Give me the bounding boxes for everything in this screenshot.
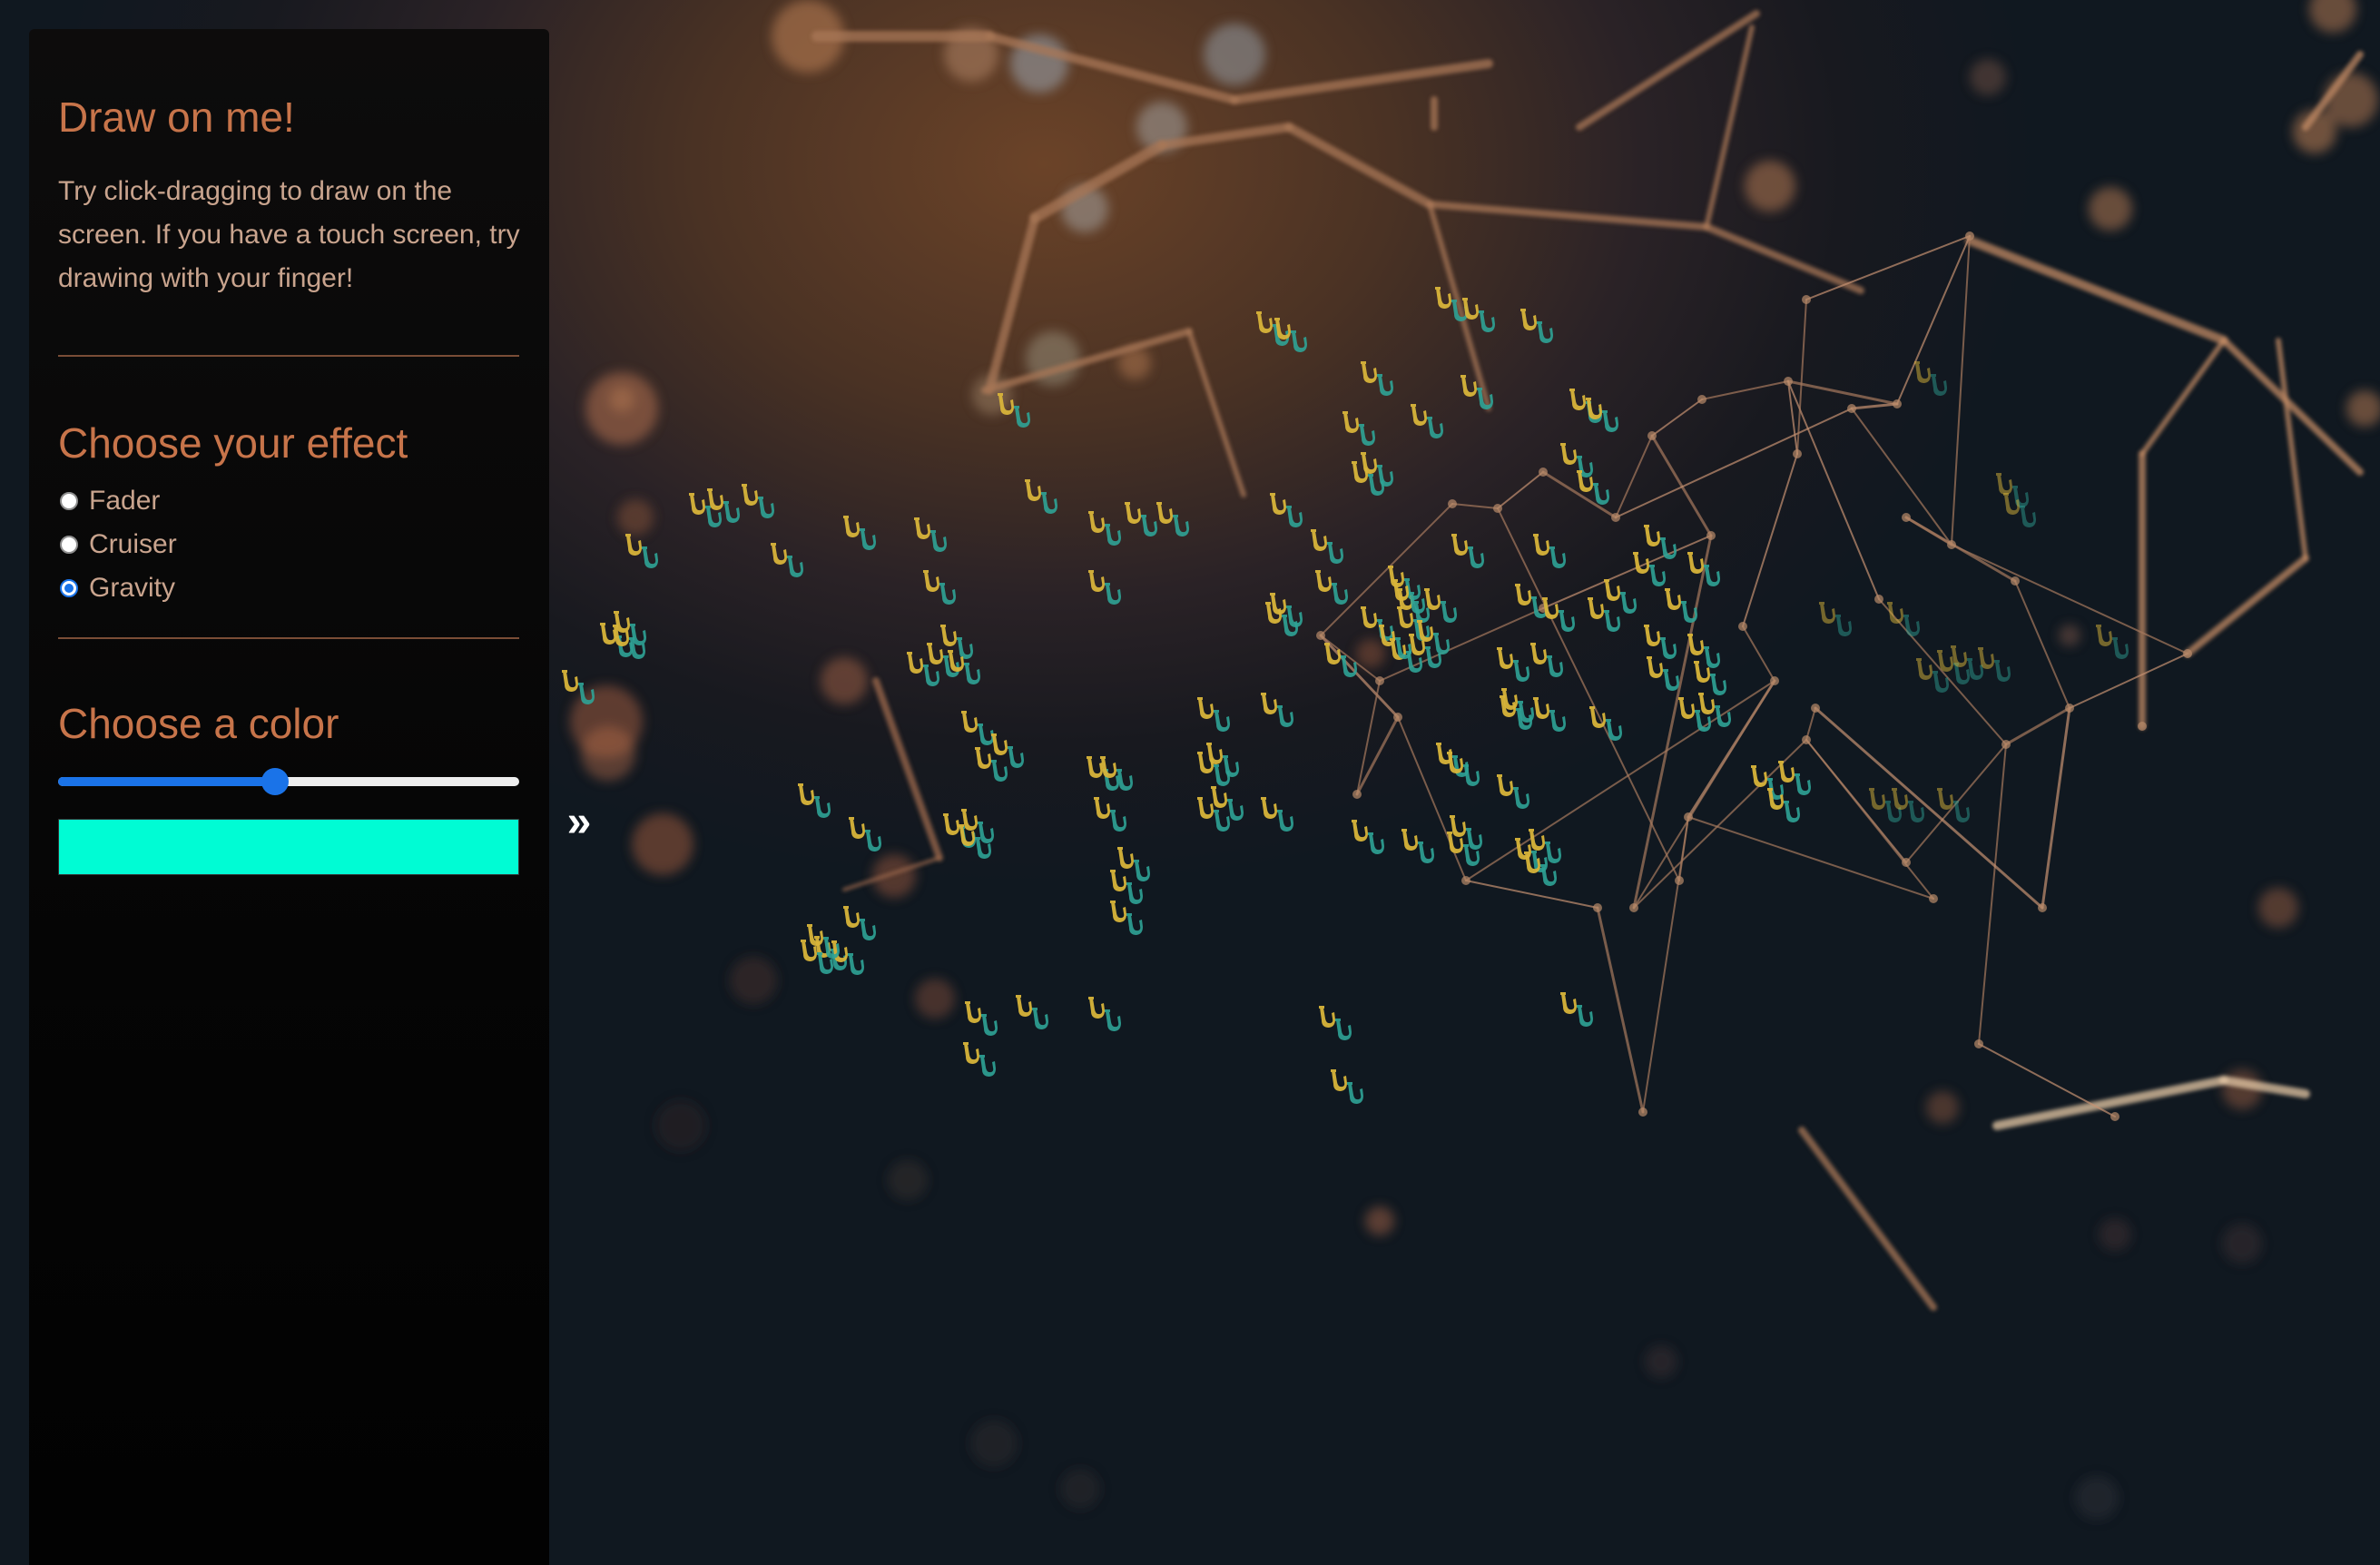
gravity-radio[interactable]	[60, 579, 78, 598]
cruiser-radio[interactable]	[60, 536, 78, 555]
fader-radio[interactable]	[60, 492, 78, 511]
divider	[58, 355, 519, 358]
cruiser-label[interactable]: Cruiser	[89, 529, 177, 560]
color-swatch	[58, 818, 519, 875]
panel-toggle-button[interactable]: »	[561, 801, 597, 844]
slider-fill	[58, 776, 275, 786]
effect-option-gravity[interactable]: Gravity	[58, 566, 520, 610]
panel-title: Draw on me!	[58, 94, 295, 141]
hue-slider[interactable]	[58, 767, 519, 795]
effect-section-title: Choose your effect	[58, 419, 408, 468]
gravity-label[interactable]: Gravity	[89, 573, 175, 604]
effect-option-fader[interactable]: Fader	[58, 479, 520, 523]
slider-thumb[interactable]	[261, 767, 289, 795]
control-panel: Draw on me! Try click-dragging to draw o…	[29, 29, 549, 1565]
color-section-title: Choose a color	[58, 700, 339, 748]
effect-option-cruiser[interactable]: Cruiser	[58, 523, 520, 566]
effect-options: Fader Cruiser Gravity	[58, 479, 520, 610]
divider	[58, 637, 519, 640]
fader-label[interactable]: Fader	[89, 486, 160, 517]
double-chevron-right-icon[interactable]: »	[567, 798, 592, 846]
panel-description: Try click-dragging to draw on the screen…	[58, 176, 520, 294]
